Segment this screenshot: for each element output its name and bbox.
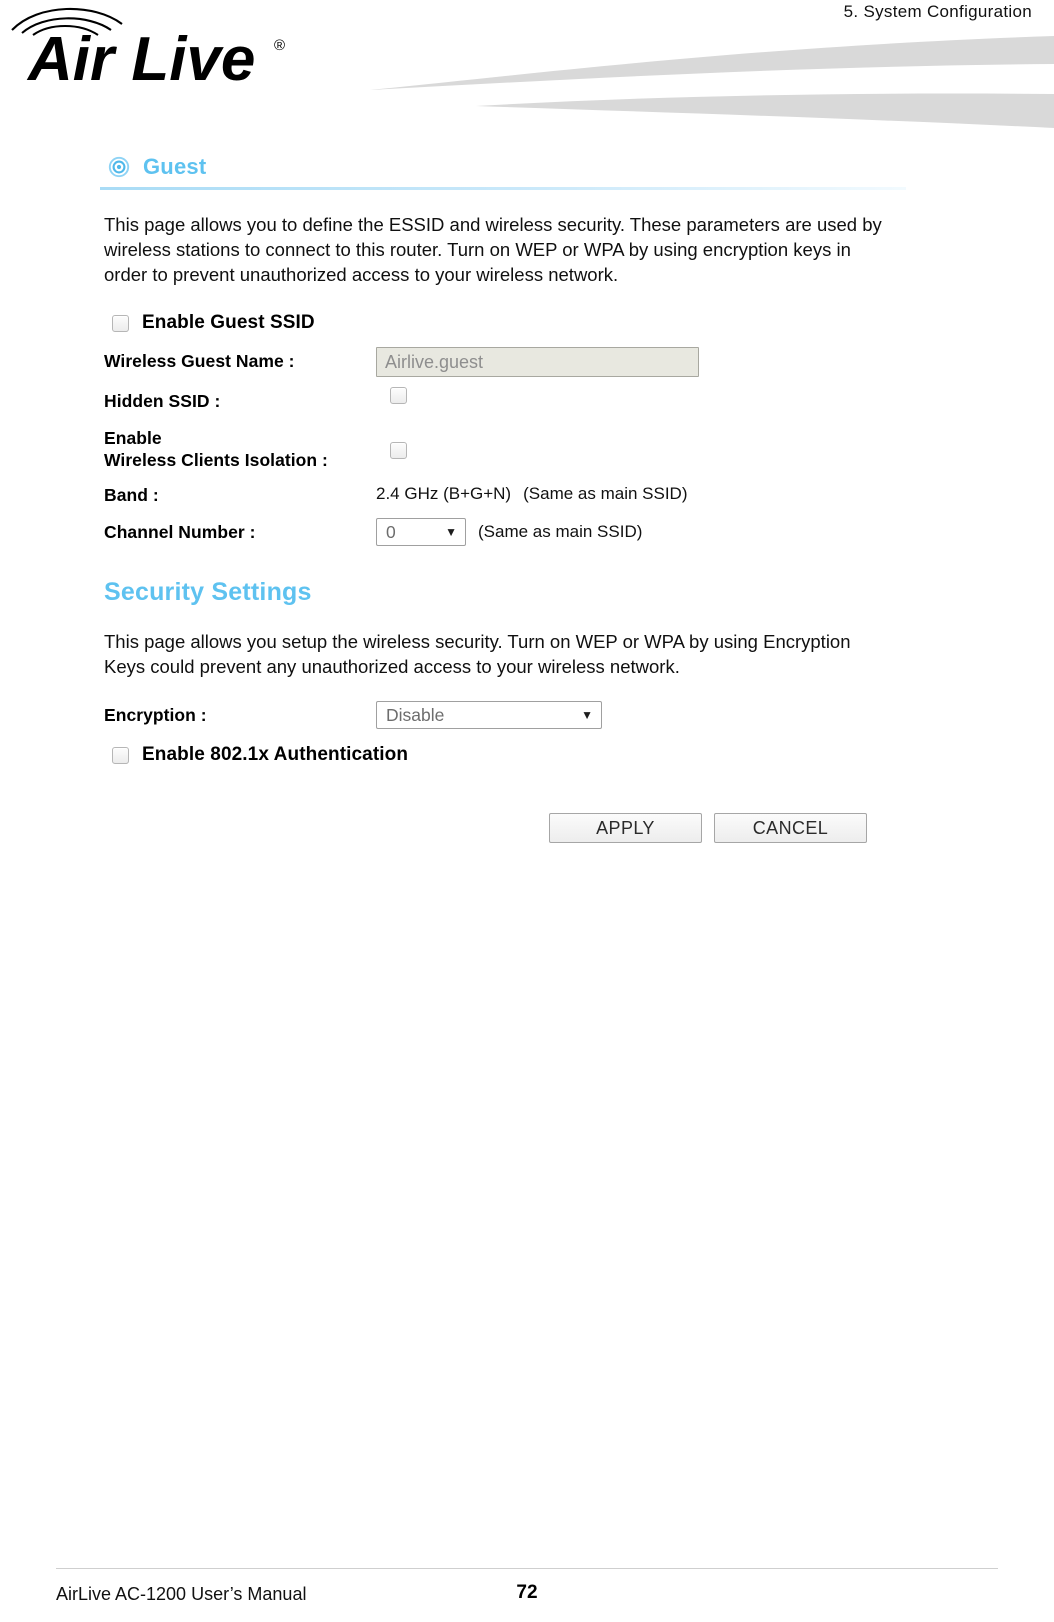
band-value: 2.4 GHz (B+G+N) bbox=[376, 484, 512, 503]
band-row: Band : 2.4 GHz (B+G+N) (Same as main SSI… bbox=[104, 481, 1054, 508]
svg-text:®: ® bbox=[274, 37, 285, 54]
encryption-value: Disable bbox=[386, 705, 445, 725]
encryption-row: Encryption : Disable ▼ bbox=[104, 701, 1054, 729]
enable-guest-ssid-row[interactable]: Enable Guest SSID bbox=[104, 309, 1054, 337]
channel-number-row: Channel Number : 0 ▼ (Same as main SSID) bbox=[104, 518, 1054, 546]
encryption-select[interactable]: Disable ▼ bbox=[376, 701, 602, 729]
guest-settings-form: Enable Guest SSID Wireless Guest Name : … bbox=[0, 309, 1054, 546]
band-label: Band : bbox=[104, 485, 159, 505]
enable-8021x-label: Enable 802.1x Authentication bbox=[142, 744, 409, 765]
hidden-ssid-label: Hidden SSID : bbox=[104, 391, 221, 411]
page-title: Guest bbox=[143, 154, 207, 179]
page-content: Guest This page allows you to define the… bbox=[0, 150, 1054, 843]
security-settings-heading: Security Settings bbox=[104, 578, 312, 606]
wireless-guest-name-row: Wireless Guest Name : Airlive.guest bbox=[104, 347, 1054, 377]
chevron-down-icon: ▼ bbox=[445, 525, 457, 539]
channel-number-value: 0 bbox=[386, 522, 396, 542]
band-note: (Same as main SSID) bbox=[523, 484, 688, 503]
svg-text:Air Live: Air Live bbox=[26, 25, 255, 94]
page-footer: AirLive AC-1200 User’s Manual 72 bbox=[0, 1562, 1054, 1622]
hidden-ssid-row: Hidden SSID : bbox=[104, 387, 1054, 414]
wireless-clients-isolation-row: Enable Wireless Clients Isolation : bbox=[104, 424, 1054, 471]
enable-8021x-row[interactable]: Enable 802.1x Authentication bbox=[104, 741, 1054, 769]
enable-guest-ssid-label: Enable Guest SSID bbox=[142, 312, 315, 333]
channel-number-label: Channel Number : bbox=[104, 522, 256, 542]
footer-divider bbox=[56, 1568, 998, 1569]
header-swoosh-graphic bbox=[290, 18, 1054, 138]
wireless-guest-name-label: Wireless Guest Name : bbox=[104, 351, 295, 371]
security-description: This page allows you setup the wireless … bbox=[104, 631, 851, 677]
apply-button[interactable]: APPLY bbox=[549, 813, 702, 843]
form-action-buttons: APPLY CANCEL bbox=[0, 813, 1054, 843]
section-heading: Guest bbox=[0, 150, 1054, 184]
security-settings-form: Encryption : Disable ▼ Enable 802.1x Aut… bbox=[0, 701, 1054, 769]
channel-number-note: (Same as main SSID) bbox=[478, 522, 643, 541]
isolation-label-line1: Enable bbox=[104, 428, 162, 448]
enable-8021x-checkbox[interactable] bbox=[112, 746, 129, 764]
encryption-label: Encryption : bbox=[104, 705, 207, 725]
wireless-guest-name-input[interactable]: Airlive.guest bbox=[376, 347, 699, 377]
wireless-clients-isolation-checkbox[interactable] bbox=[390, 442, 407, 459]
chevron-down-icon: ▼ bbox=[581, 708, 593, 722]
hidden-ssid-checkbox[interactable] bbox=[390, 387, 407, 404]
section-description: This page allows you to define the ESSID… bbox=[104, 214, 882, 285]
isolation-label-line2: Wireless Clients Isolation : bbox=[104, 450, 328, 470]
footer-page-number: 72 bbox=[516, 1582, 538, 1603]
title-underline bbox=[100, 187, 906, 190]
cancel-button[interactable]: CANCEL bbox=[714, 813, 867, 843]
channel-number-select[interactable]: 0 ▼ bbox=[376, 518, 466, 546]
airlive-logo: Air Live ® bbox=[8, 4, 308, 104]
page-header: 5. System Configuration Air Live ® bbox=[0, 0, 1054, 135]
enable-guest-ssid-checkbox[interactable] bbox=[112, 314, 129, 332]
wireless-clients-isolation-label: Enable Wireless Clients Isolation : bbox=[104, 424, 376, 471]
target-icon bbox=[108, 156, 130, 178]
